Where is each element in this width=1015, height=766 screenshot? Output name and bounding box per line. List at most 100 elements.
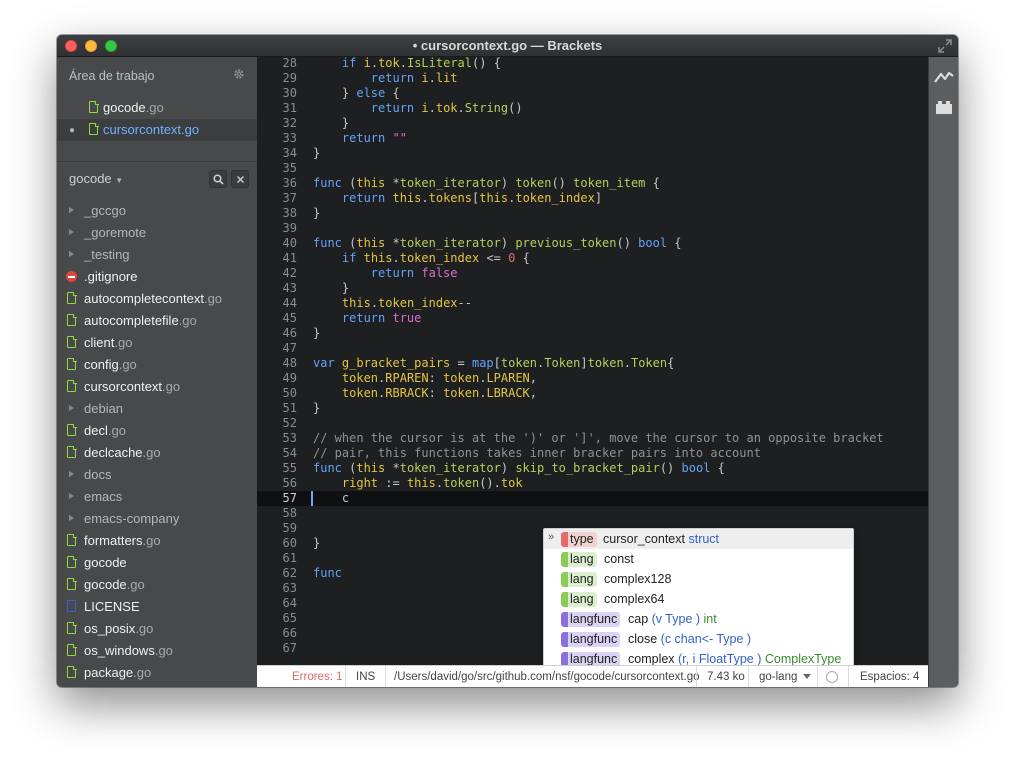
fullscreen-icon[interactable] [938, 39, 952, 53]
tree-folder-item[interactable]: _testing [57, 244, 257, 266]
tree-file-item[interactable]: formatters.go [57, 530, 257, 552]
tree-file-item[interactable]: decl.go [57, 420, 257, 442]
tree-file-item[interactable]: config.go [57, 354, 257, 376]
tree-file-item[interactable]: os_windows.go [57, 640, 257, 662]
status-divider [696, 666, 697, 687]
live-preview-icon[interactable] [934, 69, 954, 85]
chevron-down-icon: ▼ [115, 176, 124, 185]
chevron-right-icon [69, 405, 74, 411]
brackets-window: • cursorcontext.go — Brackets Área de tr… [57, 35, 958, 687]
code-token: // pair, this functions takes inner brac… [313, 446, 761, 460]
code-hint-item[interactable]: » type cursor_context struct [544, 529, 853, 549]
tree-folder-item[interactable]: _goremote [57, 222, 257, 244]
code-hint-item[interactable]: lang complex64 [544, 589, 853, 609]
code-editor[interactable]: 28 if i.tok.IsLiteral() {29 return i.lit… [257, 57, 928, 665]
line-number: 31 [282, 101, 297, 115]
indent-setting[interactable]: Espacios: 4 [860, 666, 919, 687]
tree-folder-item[interactable]: docs [57, 464, 257, 486]
find-in-files-button[interactable] [209, 170, 227, 188]
code-token: := [378, 476, 407, 490]
code-line: 49 token.RPAREN: token.LPAREN, [257, 371, 928, 386]
close-project-button[interactable] [231, 170, 249, 188]
file-name: autocompletefile.go [84, 313, 197, 328]
file-base-name: _goremote [84, 225, 147, 240]
file-extension: .go [178, 313, 197, 328]
linter-status-icon[interactable] [826, 671, 838, 683]
code-token: ) [500, 236, 516, 250]
line-number: 38 [282, 206, 297, 220]
code-text: func (this *token_iterator) token() toke… [313, 176, 660, 191]
tree-folder-item[interactable]: emacs [57, 486, 257, 508]
file-base-name: _testing [84, 247, 130, 262]
file-name: formatters.go [84, 533, 161, 548]
file-path: /Users/david/go/src/github.com/nsf/gocod… [394, 671, 700, 683]
code-token: var [313, 356, 342, 370]
file-base-name: package [84, 665, 134, 680]
tree-file-item[interactable]: autocompletefile.go [57, 310, 257, 332]
file-extension: .go [142, 533, 161, 548]
hint-segment: (r, i FloatType ) [678, 652, 765, 665]
extension-manager-icon[interactable] [934, 99, 954, 115]
error-count[interactable]: Errores: 1 [292, 666, 343, 687]
working-file-item[interactable]: ● cursorcontext.go [57, 119, 257, 141]
working-file-item[interactable]: gocode.go [57, 97, 257, 119]
code-line: 33 return "" [257, 131, 928, 146]
file-base-name: .gitignore [84, 269, 138, 284]
code-hint-item[interactable]: lang const [544, 549, 853, 569]
title-bar: • cursorcontext.go — Brackets [57, 35, 958, 57]
insert-mode[interactable]: INS [356, 666, 375, 687]
line-number: 55 [282, 461, 297, 475]
hint-kind-badge: lang [561, 572, 597, 587]
file-base-name: autocompletecontext [84, 291, 204, 306]
tree-file-item[interactable]: gocode.go [57, 574, 257, 596]
code-hint-item[interactable]: langfunc complex (r, i FloatType ) Comple… [544, 649, 853, 665]
line-number: 54 [282, 446, 297, 460]
tree-folder-item[interactable]: emacs-company [57, 508, 257, 530]
code-line: 29 return i.lit [257, 71, 928, 86]
code-token: token [443, 476, 480, 490]
file-icon [67, 313, 77, 326]
file-extension: .go [118, 357, 137, 372]
tree-file-item[interactable]: cursorcontext.go [57, 376, 257, 398]
file-base-name: emacs [84, 489, 123, 504]
tree-file-item[interactable]: package.go [57, 662, 257, 684]
code-token: func [313, 461, 350, 475]
file-name: config.go [84, 357, 137, 372]
line-number: 63 [282, 581, 297, 595]
tree-file-item[interactable]: LICENSE [57, 596, 257, 618]
tree-file-item[interactable]: os_posix.go [57, 618, 257, 640]
code-token: Token [544, 356, 581, 370]
code-text: func (this *token_iterator) skip_to_brac… [313, 461, 725, 476]
code-hint-item[interactable]: langfunc cap (v Type ) int [544, 609, 853, 629]
code-text: if this.token_index <= 0 { [313, 251, 530, 266]
code-line: 54 // pair, this functions takes inner br… [257, 446, 928, 461]
window-title: • cursorcontext.go — Brackets [412, 38, 603, 53]
tree-folder-item[interactable]: _gccgo [57, 200, 257, 222]
code-token: token [443, 371, 480, 385]
code-hint-item[interactable]: lang complex128 [544, 569, 853, 589]
tree-folder-item[interactable]: debian [57, 398, 257, 420]
code-hint-item[interactable]: langfunc close (c chan<- Type ) [544, 629, 853, 649]
tree-file-item[interactable]: autocompletecontext.go [57, 288, 257, 310]
file-name: emacs-company [84, 511, 179, 526]
file-icon [67, 643, 77, 656]
file-icon [67, 335, 77, 348]
gear-icon[interactable] [233, 68, 245, 80]
tree-file-item[interactable]: .gitignore [57, 266, 257, 288]
hint-segment: close [628, 632, 661, 646]
hint-segment: (c chan<- Type ) [660, 632, 752, 646]
tree-file-item[interactable]: client.go [57, 332, 257, 354]
language-select[interactable]: go-lang [759, 666, 812, 687]
code-line: 45 return true [257, 311, 928, 326]
code-line: 38} [257, 206, 928, 221]
tree-file-item[interactable]: gocode [57, 552, 257, 574]
code-token: } [313, 326, 321, 340]
file-icon [89, 122, 99, 135]
tree-file-item[interactable]: declcache.go [57, 442, 257, 464]
project-dropdown[interactable]: gocode ▼ [69, 171, 123, 186]
code-token: i [421, 101, 429, 115]
file-name: _testing [84, 247, 130, 262]
